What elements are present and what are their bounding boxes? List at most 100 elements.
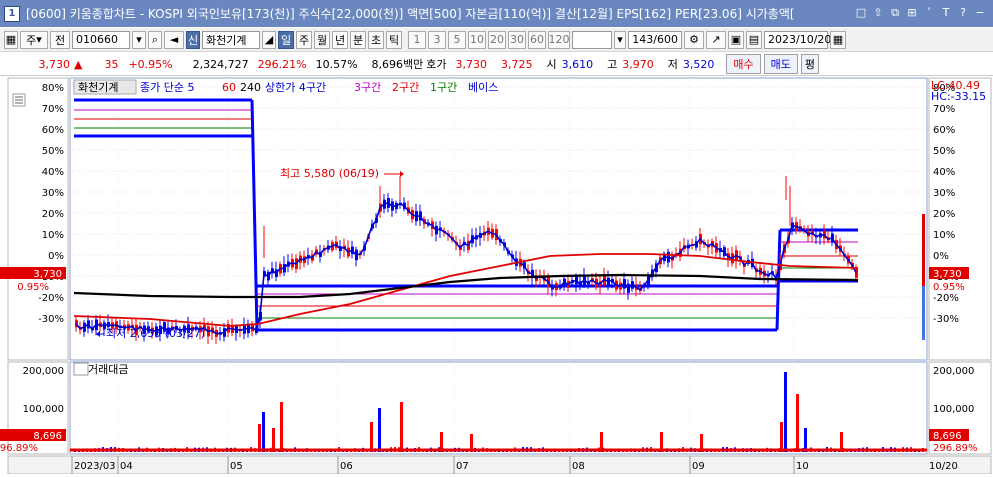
- chart-settings-icon[interactable]: ▦: [4, 30, 18, 49]
- volume-menu-icon[interactable]: [73, 362, 89, 376]
- chart-area[interactable]: 80% 80% 70% 70% 60% 60% 50% 50% 40% 40% 30% 30% 20% 2…: [0, 76, 993, 475]
- minute-3[interactable]: 3: [428, 30, 446, 49]
- legend-ma240: 240: [240, 81, 261, 94]
- legend-band-3: 3구간: [354, 81, 381, 94]
- minute-10[interactable]: 10: [468, 30, 486, 49]
- volume-bar: [378, 408, 381, 452]
- legend-upper-band: 상한가 4구간: [265, 81, 326, 94]
- period-minute[interactable]: 분: [350, 30, 366, 49]
- calendar-icon[interactable]: ▦: [830, 30, 846, 49]
- change-percent: +0.95%: [128, 57, 173, 71]
- market-label: 주: [26, 33, 37, 47]
- legend-ma60: 60: [222, 81, 236, 94]
- custom-period-input[interactable]: [572, 30, 612, 49]
- minute-20[interactable]: 20: [488, 30, 506, 49]
- mark-icon[interactable]: ʹ: [922, 5, 936, 20]
- bar-count-field[interactable]: 143/600: [628, 30, 682, 49]
- range-bar-down: [922, 286, 925, 340]
- legend-band-2: 2구간: [392, 81, 419, 94]
- code-dropdown-icon[interactable]: ▾: [132, 30, 146, 49]
- date-axis-right: 10/20: [929, 461, 958, 472]
- date-label: 09: [692, 461, 705, 472]
- search-icon[interactable]: ⌕: [148, 30, 162, 49]
- date-label: 07: [456, 461, 469, 472]
- volume-bar: [784, 372, 787, 452]
- stock-code-input[interactable]: 010660: [72, 30, 130, 49]
- buy-button[interactable]: 매수: [726, 54, 761, 74]
- minute-5[interactable]: 5: [448, 30, 466, 49]
- price-chart[interactable]: 80% 80%70% 70%60% 60%50% 50%40% 40%30% 30%20% 2…: [0, 76, 993, 475]
- date-axis: [7, 455, 992, 475]
- toolbar: ▦ 주 ▾ 전 010660 ▾ ⌕ ◄ 신 화천기계 ◢ 일 주 월 년 분 초…: [0, 28, 993, 52]
- minimize-icon[interactable]: −: [973, 5, 987, 20]
- pct-label-left: 80%: [42, 83, 64, 94]
- restore-icon[interactable]: □: [854, 5, 868, 20]
- period-week[interactable]: 주: [296, 30, 312, 49]
- low-label: 저: [667, 58, 678, 71]
- date-label: 06: [340, 461, 353, 472]
- name-flag-icon[interactable]: ◢: [262, 30, 276, 49]
- minute-60[interactable]: 60: [528, 30, 546, 49]
- period-month[interactable]: 월: [314, 30, 330, 49]
- legend-band-1: 1구간: [430, 81, 457, 94]
- volume-title: 거래대금: [88, 363, 128, 376]
- period-second[interactable]: 초: [368, 30, 384, 49]
- minute-1[interactable]: 1: [408, 30, 426, 49]
- new-badge[interactable]: 신: [186, 30, 200, 49]
- chart-tools-icon[interactable]: ⚙: [684, 30, 704, 49]
- legend-stock-name: 화천기계: [78, 80, 118, 94]
- settings-icon[interactable]: ▤: [746, 30, 762, 49]
- minute-120[interactable]: 120: [548, 30, 570, 49]
- all-button[interactable]: 전: [50, 30, 70, 49]
- pct-label-left: 0%: [48, 251, 64, 262]
- volume-bar: [262, 412, 265, 452]
- date-label: 10: [796, 461, 809, 472]
- stock-name-field: 화천기계: [202, 30, 260, 49]
- volume-bar: [780, 422, 783, 452]
- volume-bar: [280, 402, 283, 452]
- volume-tick-right: 100,000: [933, 404, 974, 415]
- eval-button[interactable]: 평: [800, 54, 820, 74]
- pct-label-right: 10%: [933, 230, 955, 241]
- date-label: 08: [572, 461, 585, 472]
- custom-period-dropdown-icon[interactable]: ▾: [614, 30, 626, 49]
- pct-label-left: 50%: [42, 146, 64, 157]
- volume-bar: [400, 402, 403, 452]
- low-annotation: 최저 2,655 (03/27): [106, 327, 205, 340]
- volume-ratio: 296.21%: [257, 57, 307, 71]
- low-price: 3,520: [682, 57, 715, 71]
- period-day[interactable]: 일: [278, 30, 294, 49]
- save-icon[interactable]: ▣: [728, 30, 744, 49]
- volume-bar: [804, 428, 807, 452]
- grid-icon[interactable]: ⊞: [905, 5, 919, 20]
- minute-30[interactable]: 30: [508, 30, 526, 49]
- sound-icon[interactable]: ◄: [164, 30, 184, 49]
- legend-base: 베이스: [468, 81, 498, 94]
- text-icon[interactable]: T: [939, 5, 953, 20]
- pct-label-left: 70%: [42, 104, 64, 115]
- legend-ma5: 종가 단순 5: [140, 81, 194, 94]
- up-arrow-icon: ▲: [74, 57, 83, 71]
- indicator-icon[interactable]: ↗: [706, 30, 726, 49]
- pct-label-right: -30%: [933, 314, 959, 325]
- pin-icon[interactable]: ⇧: [871, 5, 885, 20]
- market-select[interactable]: 주 ▾: [20, 30, 48, 49]
- trade-amount: 8,696백만: [371, 58, 424, 71]
- pct-label-right: 0%: [933, 251, 949, 262]
- ask-price: 3,730: [455, 57, 488, 71]
- volume-bar: [370, 422, 373, 452]
- bid-price: 3,725: [501, 57, 533, 71]
- pct-label-right: 60%: [933, 125, 955, 136]
- help-icon[interactable]: ?: [956, 5, 970, 20]
- link-window-icon[interactable]: ⧉: [888, 5, 902, 20]
- open-price: 3,610: [561, 57, 594, 71]
- pct-label-left: -30%: [38, 314, 64, 325]
- period-tick[interactable]: 틱: [386, 30, 402, 49]
- pct-label-left: 60%: [42, 125, 64, 136]
- date-input[interactable]: 2023/10/20: [764, 30, 831, 49]
- window-controls: □ ⇧ ⧉ ⊞ ʹ T ? −: [854, 5, 987, 20]
- sell-button[interactable]: 매도: [763, 54, 798, 74]
- pct-label-left: 40%: [42, 167, 64, 178]
- period-year[interactable]: 년: [332, 30, 348, 49]
- right-pct-badge: 0.95%: [933, 282, 965, 293]
